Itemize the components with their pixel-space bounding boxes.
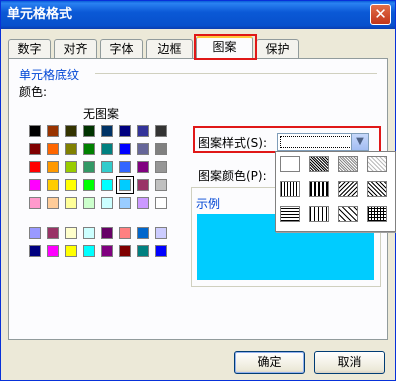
color-swatch[interactable] <box>29 125 41 137</box>
color-swatch[interactable] <box>137 179 149 191</box>
color-swatch[interactable] <box>137 245 149 257</box>
color-swatch[interactable] <box>47 161 59 173</box>
color-swatch[interactable] <box>29 143 41 155</box>
color-swatch[interactable] <box>29 179 41 191</box>
color-swatch[interactable] <box>65 227 77 239</box>
color-swatch[interactable] <box>137 143 149 155</box>
pattern-style-label: 图案样式(S): <box>198 136 268 150</box>
pattern-color-label: 图案颜色(P): <box>198 169 267 183</box>
shading-group-title: 单元格底纹 <box>19 68 80 82</box>
color-label: 颜色: <box>19 85 48 99</box>
pattern-style-popup <box>275 151 396 232</box>
color-swatch[interactable] <box>155 143 167 155</box>
color-swatch[interactable] <box>155 125 167 137</box>
pattern-swatch[interactable] <box>280 206 300 222</box>
color-swatch[interactable] <box>83 161 95 173</box>
tab-border[interactable]: 边框 <box>146 39 193 59</box>
color-swatch[interactable] <box>155 161 167 173</box>
group-divider <box>95 73 377 74</box>
sample-label: 示例 <box>196 195 221 212</box>
title-bar: 单元格格式 ✕ <box>1 1 395 29</box>
tab-highlight-marker <box>194 34 257 60</box>
color-swatch[interactable] <box>29 227 41 239</box>
pattern-swatch[interactable] <box>338 156 358 172</box>
no-pattern-option[interactable]: 无图案 <box>83 105 119 122</box>
format-cells-dialog: 单元格格式 ✕ 数字 对齐 字体 边框 图案 保护 单元格底纹 颜色: 无图案 … <box>0 0 396 381</box>
color-swatch[interactable] <box>65 179 77 191</box>
tab-label: 数字 <box>17 42 42 56</box>
color-swatch[interactable] <box>47 125 59 137</box>
color-swatch[interactable] <box>119 197 131 209</box>
color-swatch[interactable] <box>65 197 77 209</box>
pattern-swatch[interactable] <box>338 206 358 222</box>
color-swatch[interactable] <box>29 245 41 257</box>
pattern-swatch[interactable] <box>309 181 329 197</box>
color-swatch[interactable] <box>83 143 95 155</box>
color-swatch[interactable] <box>101 125 113 137</box>
color-swatch[interactable] <box>83 179 95 191</box>
color-swatch[interactable] <box>155 227 167 239</box>
color-swatch[interactable] <box>119 125 131 137</box>
color-swatch[interactable] <box>137 125 149 137</box>
tab-alignment[interactable]: 对齐 <box>54 39 97 59</box>
tab-label: 字体 <box>109 42 134 56</box>
color-swatch[interactable] <box>119 161 131 173</box>
tab-label: 保护 <box>265 42 290 56</box>
color-swatch[interactable] <box>137 161 149 173</box>
color-swatch[interactable] <box>65 143 77 155</box>
pattern-style-value <box>280 136 352 148</box>
color-swatch[interactable] <box>47 197 59 209</box>
color-swatch[interactable] <box>47 245 59 257</box>
color-swatch[interactable] <box>137 227 149 239</box>
color-swatch[interactable] <box>101 245 113 257</box>
tab-label: 对齐 <box>63 42 88 56</box>
color-swatch[interactable] <box>65 245 77 257</box>
pattern-swatch[interactable] <box>309 206 329 222</box>
pattern-swatch[interactable] <box>309 156 329 172</box>
color-swatch[interactable] <box>83 227 95 239</box>
tab-number[interactable]: 数字 <box>8 39 51 59</box>
pattern-style-dropdown[interactable]: ▼ <box>277 133 369 151</box>
pattern-swatch[interactable] <box>367 181 387 197</box>
color-swatch[interactable] <box>101 197 113 209</box>
color-swatch[interactable] <box>101 179 113 191</box>
ok-button[interactable]: 确定 <box>234 351 305 374</box>
color-swatch[interactable] <box>83 245 95 257</box>
color-swatch[interactable] <box>65 161 77 173</box>
pattern-swatch[interactable] <box>367 156 387 172</box>
color-swatch[interactable] <box>47 143 59 155</box>
color-swatch[interactable] <box>83 125 95 137</box>
tab-protection[interactable]: 保护 <box>256 39 299 59</box>
color-swatch[interactable] <box>101 227 113 239</box>
color-swatch[interactable] <box>155 179 167 191</box>
color-swatch[interactable] <box>137 197 149 209</box>
color-swatch[interactable] <box>101 143 113 155</box>
color-swatch[interactable] <box>65 125 77 137</box>
cancel-button[interactable]: 取消 <box>314 351 385 374</box>
color-swatch[interactable] <box>101 161 113 173</box>
color-swatch[interactable] <box>47 179 59 191</box>
color-swatch[interactable] <box>119 245 131 257</box>
dialog-title: 单元格格式 <box>7 7 73 22</box>
color-swatch[interactable] <box>119 143 131 155</box>
pattern-swatch[interactable] <box>367 206 387 222</box>
pattern-swatch[interactable] <box>338 181 358 197</box>
color-swatch[interactable] <box>155 245 167 257</box>
color-swatch[interactable] <box>83 197 95 209</box>
close-button[interactable]: ✕ <box>370 4 391 25</box>
color-swatch[interactable] <box>155 197 167 209</box>
tab-font[interactable]: 字体 <box>100 39 143 59</box>
tab-label: 边框 <box>157 42 182 56</box>
pattern-swatch[interactable] <box>280 181 300 197</box>
close-icon: ✕ <box>374 5 387 23</box>
color-swatch[interactable] <box>119 227 131 239</box>
chevron-down-icon[interactable]: ▼ <box>351 134 368 150</box>
pattern-swatch[interactable] <box>280 156 300 172</box>
color-swatch[interactable] <box>29 197 41 209</box>
color-swatch[interactable] <box>116 176 134 194</box>
color-swatch[interactable] <box>47 227 59 239</box>
color-swatch[interactable] <box>29 161 41 173</box>
